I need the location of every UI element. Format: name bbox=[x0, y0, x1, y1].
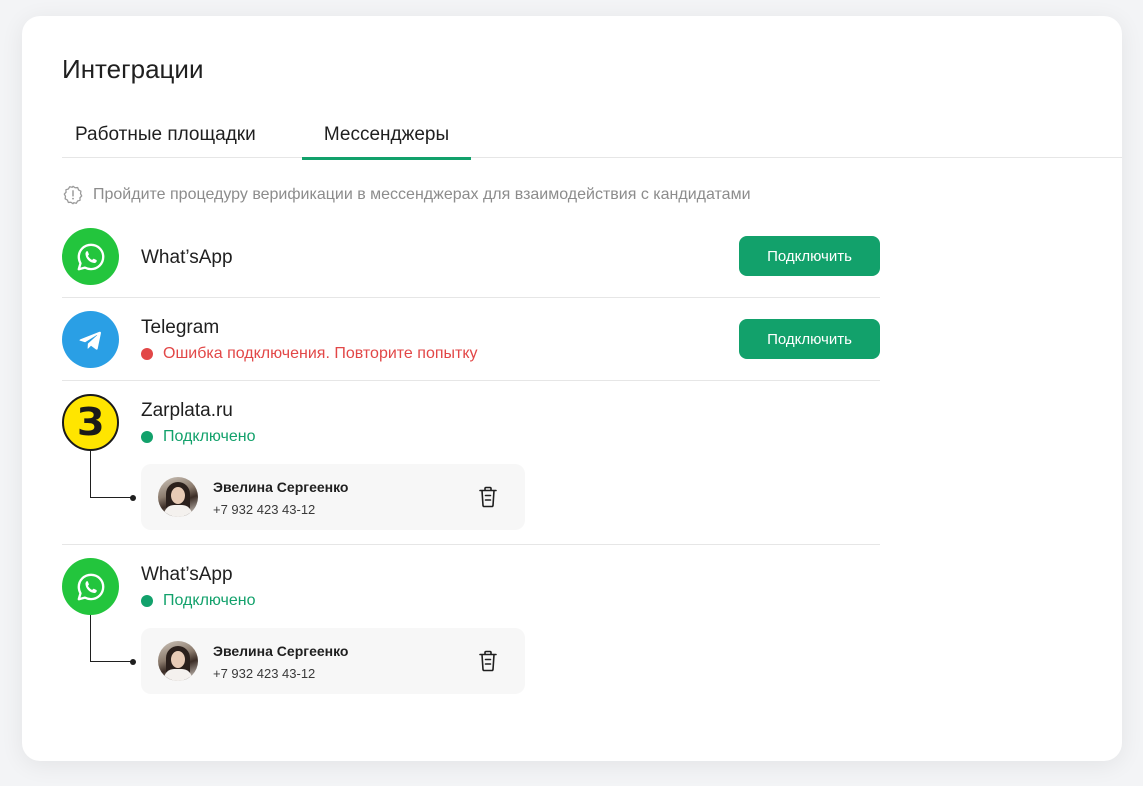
status-dot bbox=[141, 431, 153, 443]
status-dot bbox=[141, 595, 153, 607]
integration-row-whatsapp-connected: What’sApp Подключено Эвелина Сергеенко +… bbox=[62, 558, 880, 698]
contact-phone: +7 932 423 43-12 bbox=[213, 502, 316, 517]
contact-card: Эвелина Сергеенко +7 932 423 43-12 bbox=[141, 628, 525, 694]
contact-name: Эвелина Сергеенко bbox=[213, 479, 349, 495]
integration-name: What’sApp bbox=[141, 564, 233, 585]
connect-telegram-button[interactable]: Подключить bbox=[739, 319, 880, 359]
integration-row-zarplata: З Zarplata.ru Подключено Эвелина Сергеен… bbox=[62, 394, 880, 534]
tree-connector bbox=[90, 615, 136, 665]
whatsapp-icon bbox=[62, 228, 119, 285]
status-connected: Подключено bbox=[141, 592, 256, 610]
verification-notice: Пройдите процедуру верификации в мессенд… bbox=[62, 184, 751, 206]
tab-messengers[interactable]: Мессенджеры bbox=[302, 124, 471, 160]
notice-text: Пройдите процедуру верификации в мессенд… bbox=[93, 186, 751, 203]
tab-job-boards[interactable]: Работные площадки bbox=[75, 124, 256, 157]
integration-name: Zarplata.ru bbox=[141, 400, 233, 421]
integration-row-whatsapp: What’sApp Подключить bbox=[62, 228, 880, 288]
status-text: Ошибка подключения. Повторите попытку bbox=[163, 345, 478, 362]
page-title: Интеграции bbox=[62, 54, 204, 84]
divider bbox=[62, 297, 880, 298]
trash-icon[interactable] bbox=[477, 485, 499, 509]
status-error: Ошибка подключения. Повторите попытку bbox=[141, 345, 478, 363]
divider bbox=[62, 544, 880, 545]
trash-icon[interactable] bbox=[477, 649, 499, 673]
tree-connector bbox=[90, 451, 136, 501]
alert-badge-icon bbox=[63, 185, 83, 205]
integration-row-telegram: Telegram Ошибка подключения. Повторите п… bbox=[62, 311, 880, 371]
contact-phone: +7 932 423 43-12 bbox=[213, 666, 316, 681]
zarplata-logo: З bbox=[62, 394, 119, 451]
avatar bbox=[158, 641, 198, 681]
status-connected: Подключено bbox=[141, 428, 256, 446]
status-dot bbox=[141, 348, 153, 360]
contact-card: Эвелина Сергеенко +7 932 423 43-12 bbox=[141, 464, 525, 530]
connect-whatsapp-button[interactable]: Подключить bbox=[739, 236, 880, 276]
integration-name: Telegram bbox=[141, 317, 220, 338]
telegram-icon bbox=[62, 311, 119, 368]
integrations-card: Интеграции Работные площадки Мессенджеры… bbox=[22, 16, 1122, 761]
status-text: Подключено bbox=[163, 592, 256, 609]
avatar bbox=[158, 477, 198, 517]
divider bbox=[62, 380, 880, 381]
whatsapp-icon bbox=[62, 558, 119, 615]
tab-bar: Работные площадки Мессенджеры bbox=[62, 120, 1122, 160]
integration-name: What’sApp bbox=[141, 247, 233, 268]
contact-name: Эвелина Сергеенко bbox=[213, 643, 349, 659]
status-text: Подключено bbox=[163, 428, 256, 445]
